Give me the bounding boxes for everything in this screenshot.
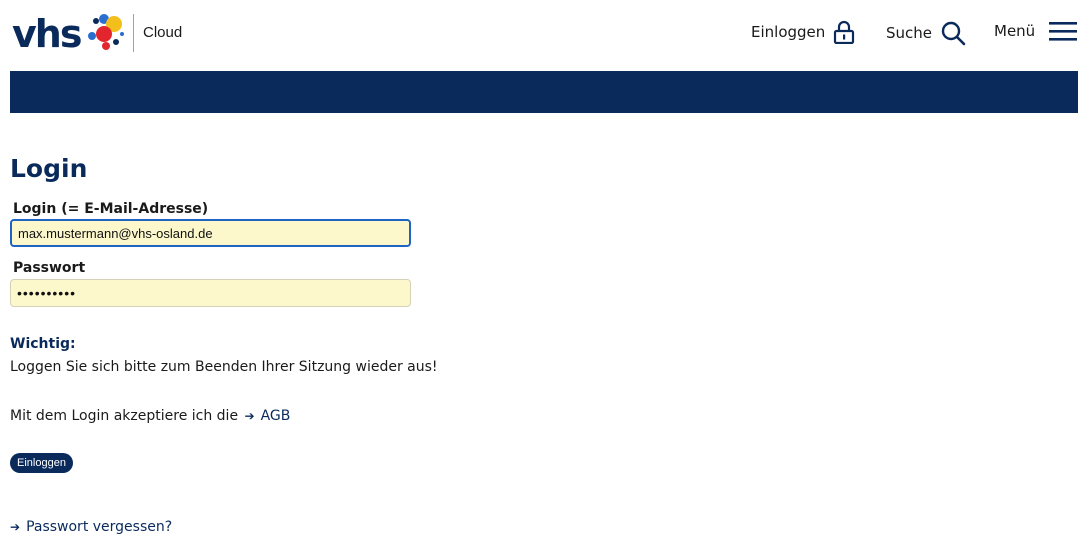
page-title: Login	[10, 154, 88, 183]
password-label: Passwort	[13, 260, 86, 276]
login-submit-button[interactable]: Einloggen	[10, 453, 73, 473]
lock-icon	[834, 20, 855, 44]
nav-menu-label: Menü	[994, 22, 1036, 40]
arrow-right-icon: ➔	[244, 409, 255, 423]
terms-line: Mit dem Login akzeptiere ich die ➔ AGB	[10, 408, 290, 424]
agb-link[interactable]: AGB	[261, 408, 291, 424]
hamburger-icon	[1049, 22, 1078, 41]
terms-text: Mit dem Login akzeptiere ich die	[10, 408, 239, 424]
arrow-right-icon: ➔	[10, 520, 21, 534]
forgot-password-line: ➔ Passwort vergessen?	[10, 519, 172, 535]
vhs-logo[interactable]: vhs	[12, 12, 134, 56]
nav-menu[interactable]: Menü	[994, 20, 1078, 42]
password-field[interactable]	[10, 279, 411, 307]
nav-login-label: Einloggen	[751, 23, 826, 41]
logo-divider	[133, 14, 134, 52]
site-header: vhs Cloud Einloggen Suche Menü	[0, 0, 1080, 71]
nav-login[interactable]: Einloggen	[751, 20, 855, 44]
logo-dots-icon	[88, 14, 125, 50]
header-banner	[10, 71, 1078, 113]
logo-subtitle: Cloud	[143, 24, 183, 41]
search-icon	[941, 21, 966, 46]
logo-text: vhs	[12, 12, 82, 56]
forgot-password-link[interactable]: Passwort vergessen?	[26, 519, 172, 535]
nav-search[interactable]: Suche	[886, 20, 966, 46]
email-field[interactable]	[10, 219, 411, 247]
nav-search-label: Suche	[886, 24, 933, 42]
important-heading: Wichtig:	[10, 336, 76, 352]
important-text: Loggen Sie sich bitte zum Beenden Ihrer …	[10, 359, 438, 375]
email-label: Login (= E-Mail-Adresse)	[13, 201, 209, 217]
